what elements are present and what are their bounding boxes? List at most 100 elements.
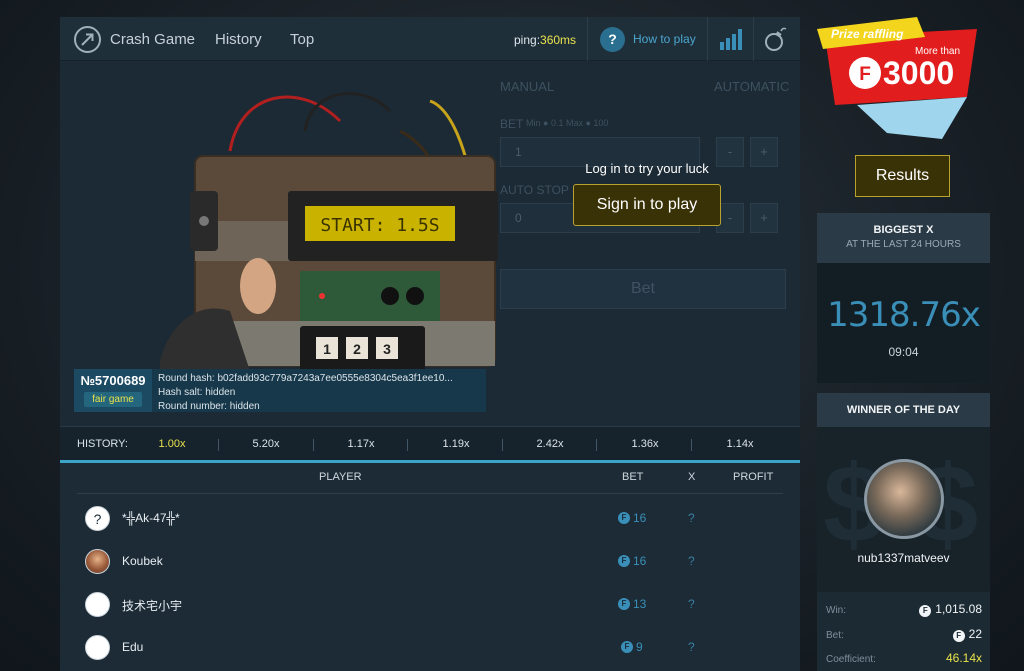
- player-bet: 16: [633, 554, 647, 568]
- coin-icon: F: [618, 512, 630, 524]
- ping-label: ping:: [514, 33, 541, 47]
- header-profit: PROFIT: [733, 471, 774, 483]
- history-label: HISTORY:: [77, 438, 128, 450]
- fair-game-badge[interactable]: fair game: [84, 392, 142, 407]
- history-item[interactable]: 1.14x: [710, 438, 770, 450]
- history-strip: HISTORY: 1.00x 5.20x 1.17x 1.19x 2.42x 1…: [60, 426, 800, 463]
- winner-name[interactable]: nub1337matveev: [817, 551, 990, 565]
- win-value-wrap: F 1,015.08: [919, 602, 982, 617]
- bomb-illustration: START: 1.5S 1 2 3: [160, 92, 498, 371]
- bet-panel: MANUAL AUTOMATIC BET Min ● 0.1 Max ● 100…: [500, 61, 800, 426]
- coin-icon: F: [952, 630, 965, 642]
- avatar[interactable]: ?: [85, 506, 110, 531]
- biggest-x-time: 09:04: [888, 345, 919, 359]
- round-info-box: №5700689 fair game Round hash: b02fadd93…: [74, 369, 486, 412]
- biggest-x-header: BIGGEST X AT THE LAST 24 HOURS: [817, 213, 990, 263]
- avatar[interactable]: [85, 592, 110, 617]
- keypad-key: 2: [353, 341, 361, 357]
- avatar[interactable]: [85, 549, 110, 574]
- header-player: PLAYER: [319, 471, 362, 483]
- keypad-key: 1: [323, 341, 331, 357]
- header-bet: BET: [622, 471, 644, 483]
- bomb-display-text: START: 1.5S: [320, 215, 439, 236]
- nav-top[interactable]: Top: [290, 31, 314, 48]
- player-name[interactable]: *╬Ak-47╬*: [122, 511, 180, 525]
- history-divider: [407, 439, 408, 451]
- round-id-block: №5700689 fair game: [74, 369, 152, 412]
- table-row: Koubek F 16 ?: [60, 541, 800, 584]
- biggest-x-panel: 1318.76x 09:04: [817, 263, 990, 383]
- bet-label: BET: [500, 117, 524, 131]
- promo-title: Prize raffling: [831, 27, 904, 41]
- biggest-x-value: 1318.76x: [827, 295, 981, 335]
- history-divider: [313, 439, 314, 451]
- logo-icon[interactable]: [74, 26, 101, 53]
- history-divider: [691, 439, 692, 451]
- nav-divider: [753, 17, 754, 61]
- history-divider: [218, 439, 219, 451]
- bet-value-wrap: F 22: [952, 627, 982, 642]
- coefficient-label: Coefficient:: [826, 654, 876, 665]
- hash-salt: Hash salt: hidden: [158, 387, 236, 398]
- coin-icon: F: [919, 605, 932, 617]
- main-panel: Crash Game History Top ping:360ms ? How …: [60, 17, 800, 671]
- stats-bars-icon[interactable]: [719, 27, 743, 51]
- table-row: ? *╬Ak-47╬* F 16 ?: [60, 498, 800, 541]
- player-bet: 16: [633, 511, 647, 525]
- players-table: PLAYER BET X PROFIT ? *╬Ak-47╬* F 16 ? K…: [60, 463, 800, 671]
- history-item[interactable]: 5.20x: [236, 438, 296, 450]
- bet-button[interactable]: Bet: [500, 269, 786, 309]
- promo-amount: 3000: [883, 55, 954, 91]
- round-number: №5700689: [80, 373, 146, 388]
- how-to-play-link[interactable]: How to play: [633, 32, 696, 46]
- player-x: ?: [688, 554, 695, 568]
- winner-coef-row: Coefficient: 46.14x: [826, 651, 982, 671]
- tab-automatic[interactable]: AUTOMATIC: [714, 79, 789, 94]
- keypad-key: 3: [383, 341, 391, 357]
- winner-bet-row: Bet: F 22: [826, 627, 982, 647]
- help-icon[interactable]: ?: [600, 27, 625, 52]
- nav-history[interactable]: History: [215, 31, 262, 48]
- player-bet: 13: [633, 597, 647, 611]
- history-item[interactable]: 1.00x: [142, 438, 202, 450]
- game-area: START: 1.5S 1 2 3 №5700689 fair game Rou…: [60, 61, 800, 426]
- player-name[interactable]: Edu: [122, 640, 143, 654]
- nav-crash-game[interactable]: Crash Game: [110, 31, 195, 48]
- tab-manual[interactable]: MANUAL: [500, 79, 554, 94]
- player-name[interactable]: 技术宅小宇: [122, 597, 182, 614]
- history-item[interactable]: 1.19x: [426, 438, 486, 450]
- winner-stats: Win: F 1,015.08 Bet: F 22 Coefficient: 46.…: [817, 592, 990, 671]
- history-item[interactable]: 2.42x: [520, 438, 580, 450]
- nav-divider: [707, 17, 708, 61]
- round-number-hidden: Round number: hidden: [158, 401, 260, 412]
- winner-of-day-panel: $ $ nub1337matveev Win: F 1,015.08 Bet: F…: [817, 427, 990, 671]
- winner-avatar[interactable]: [864, 459, 944, 539]
- player-x: ?: [688, 511, 695, 525]
- coin-icon: F: [621, 641, 633, 653]
- biggest-x-subtitle: AT THE LAST 24 HOURS: [846, 239, 961, 250]
- prize-raffle-banner[interactable]: Prize raffling More than F 3000: [817, 15, 982, 143]
- ping-indicator: ping:360ms: [514, 33, 576, 47]
- player-name[interactable]: Koubek: [122, 554, 163, 568]
- coin-icon: F: [618, 555, 630, 567]
- header-x: X: [688, 471, 696, 483]
- table-row: Edu F 9 ?: [60, 627, 800, 670]
- ping-value: 360ms: [540, 33, 577, 47]
- round-hash: Round hash: b02fadd93c779a7243a7ee0555e8…: [158, 373, 453, 384]
- promo-coin-icon: F: [859, 64, 871, 85]
- results-button[interactable]: Results: [855, 155, 950, 197]
- history-item[interactable]: 1.36x: [615, 438, 675, 450]
- table-row: 技术宅小宇 F 13 ?: [60, 584, 800, 627]
- winner-win-row: Win: F 1,015.08: [826, 602, 982, 622]
- auto-stop-increase-button[interactable]: +: [750, 203, 778, 233]
- sign-in-button[interactable]: Sign in to play: [573, 184, 721, 226]
- bet-increase-button[interactable]: +: [750, 137, 778, 167]
- nav-divider: [587, 17, 588, 61]
- biggest-x-title: BIGGEST X: [873, 224, 934, 236]
- coefficient-value: 46.14x: [945, 651, 982, 665]
- history-item[interactable]: 1.17x: [331, 438, 391, 450]
- login-overlay: Log in to try your luck Sign in to play: [567, 161, 727, 226]
- avatar[interactable]: [85, 635, 110, 660]
- bomb-icon[interactable]: [764, 26, 788, 52]
- win-label: Win:: [826, 605, 846, 616]
